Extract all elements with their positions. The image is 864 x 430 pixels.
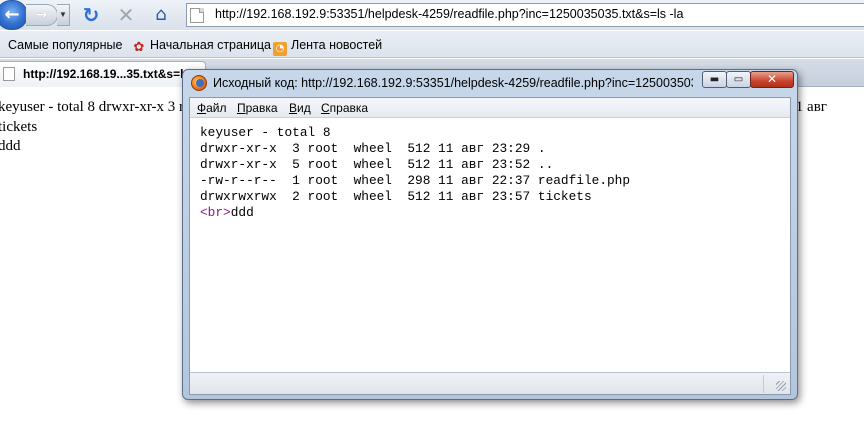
minimize-icon: ▬: [709, 74, 720, 85]
status-bar: [190, 372, 790, 394]
menu-file[interactable]: Файл: [197, 101, 227, 115]
home-icon: ⌂: [155, 4, 167, 25]
view-source-window: Исходный код: http://192.168.192.9:53351…: [182, 69, 798, 400]
resize-grip-icon[interactable]: [776, 381, 786, 391]
menu-help[interactable]: Справка: [321, 101, 368, 115]
reload-button[interactable]: ↻: [78, 2, 104, 28]
page-text-line: tickets: [0, 119, 38, 135]
bookmark-news-feed[interactable]: ◔ Лента новостей: [273, 36, 383, 56]
code-line: <br>ddd: [200, 205, 780, 221]
home-button[interactable]: ⌂: [148, 2, 174, 28]
page-document-icon: [190, 8, 204, 23]
menu-edit[interactable]: Правка: [237, 101, 278, 115]
code-line: -rw-r--r-- 1 root wheel 298 11 авг 22:37…: [200, 173, 631, 188]
code-line: drwxrwxrwx 2 root wheel 512 11 авг 23:57…: [200, 189, 592, 204]
back-arrow-icon: ←: [4, 4, 20, 25]
window-title: Исходный код: http://192.168.192.9:53351…: [213, 76, 693, 90]
bookmark-label: Самые популярные: [8, 38, 123, 52]
code-line: drwxr-xr-x 3 root wheel 512 11 авг 23:29…: [200, 141, 546, 156]
bookmark-label: Лента новостей: [291, 38, 383, 52]
back-button[interactable]: ←: [0, 0, 28, 30]
forward-button[interactable]: →: [26, 4, 58, 26]
bookmarks-toolbar: Самые популярные ✿ Начальная страница ◔ Ле…: [0, 31, 864, 58]
chevron-down-icon: ▼: [59, 10, 67, 19]
status-divider: [763, 375, 764, 393]
code-tag: <br>: [200, 205, 231, 220]
stop-icon: ✕: [117, 3, 135, 27]
browser-window: ← → ▼ ↻ ✕ ⌂ http://192.168.192.9:53351/h…: [0, 0, 864, 430]
history-dropdown-button[interactable]: ▼: [57, 4, 70, 26]
minimize-button[interactable]: ▬: [702, 71, 727, 88]
page-text-line: ddd: [0, 138, 21, 154]
menu-bar: Файл Правка Вид Справка: [190, 98, 790, 118]
maximize-icon: ▭: [733, 74, 744, 85]
window-client-area: Файл Правка Вид Справка keyuser - total …: [189, 97, 791, 395]
navigation-toolbar: ← → ▼ ↻ ✕ ⌂ http://192.168.192.9:53351/h…: [0, 0, 864, 30]
tab-active[interactable]: http://192.168.19...35.txt&s=ls%20-la: [0, 61, 206, 87]
menu-view[interactable]: Вид: [289, 101, 311, 115]
page-document-icon: [3, 67, 15, 81]
source-code[interactable]: keyuser - total 8 drwxr-xr-x 3 root wheel…: [200, 125, 780, 221]
firefox-icon: [191, 75, 207, 91]
bookmark-start-page[interactable]: ✿ Начальная страница: [132, 36, 271, 55]
maximize-button[interactable]: ▭: [726, 71, 751, 88]
address-url[interactable]: http://192.168.192.9:53351/helpdesk-4259…: [215, 7, 683, 21]
stop-button[interactable]: ✕: [113, 2, 139, 28]
close-icon: ✕: [766, 72, 778, 86]
close-button[interactable]: ✕: [750, 71, 794, 88]
code-text: ddd: [230, 205, 254, 220]
bookmark-most-visited[interactable]: Самые популярные: [0, 36, 122, 54]
window-titlebar[interactable]: Исходный код: http://192.168.192.9:53351…: [183, 70, 797, 96]
code-line: keyuser - total 8: [200, 125, 331, 140]
reload-icon: ↻: [82, 3, 100, 27]
forward-arrow-icon: →: [35, 7, 48, 23]
ladybug-icon: ✿: [133, 40, 145, 55]
address-bar[interactable]: http://192.168.192.9:53351/helpdesk-4259…: [186, 3, 864, 27]
tab-title: http://192.168.19...35.txt&s=ls%20-la: [23, 67, 203, 81]
code-line: drwxr-xr-x 5 root wheel 512 11 авг 23:52…: [200, 157, 554, 172]
rss-feed-icon: ◔: [273, 42, 287, 56]
bookmark-label: Начальная страница: [150, 38, 271, 52]
